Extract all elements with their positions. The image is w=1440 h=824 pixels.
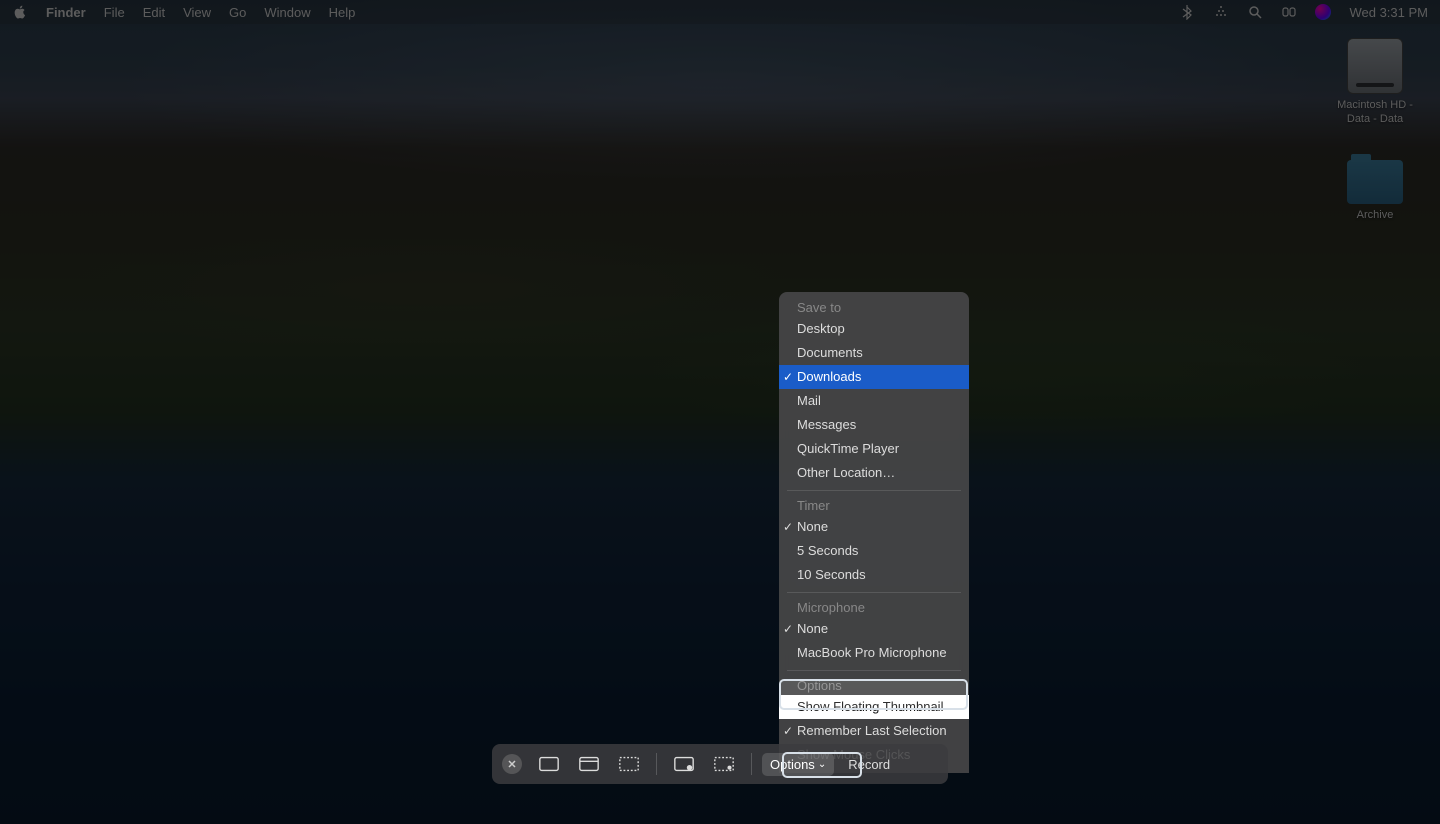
save-to-documents[interactable]: Documents	[779, 341, 969, 365]
check-icon: ✓	[783, 619, 793, 639]
record-entire-screen-button[interactable]	[667, 750, 701, 778]
menu-edit[interactable]: Edit	[143, 5, 165, 20]
save-to-messages[interactable]: Messages	[779, 413, 969, 437]
option-show-floating-thumbnail[interactable]: Show Floating Thumbnail	[779, 695, 969, 719]
section-save-to: Save to	[779, 298, 969, 317]
section-microphone: Microphone	[779, 598, 969, 617]
record-selection-button[interactable]	[707, 750, 741, 778]
folder-icon	[1347, 160, 1403, 204]
airdrop-icon[interactable]	[1213, 4, 1229, 20]
timer-5s[interactable]: 5 Seconds	[779, 539, 969, 563]
drive-label: Macintosh HD - Data - Data	[1330, 98, 1420, 127]
menu-window[interactable]: Window	[264, 5, 310, 20]
capture-entire-screen-button[interactable]	[532, 750, 566, 778]
record-label: Record	[848, 757, 890, 772]
save-to-quicktime[interactable]: QuickTime Player	[779, 437, 969, 461]
menu-help[interactable]: Help	[329, 5, 356, 20]
close-button[interactable]	[502, 754, 522, 774]
capture-selection-button[interactable]	[612, 750, 646, 778]
save-to-desktop[interactable]: Desktop	[779, 317, 969, 341]
menu-separator	[787, 592, 961, 593]
menu-separator	[787, 490, 961, 491]
mic-macbook-pro[interactable]: MacBook Pro Microphone	[779, 641, 969, 665]
options-button[interactable]: Options ⌄	[762, 753, 834, 776]
toolbar-separator	[751, 753, 752, 775]
save-to-other[interactable]: Other Location…	[779, 461, 969, 485]
hard-drive-icon	[1347, 38, 1403, 94]
desktop-drive-macintosh-hd[interactable]: Macintosh HD - Data - Data	[1330, 38, 1420, 127]
screenshot-toolbar: Options ⌄ Record	[492, 744, 948, 784]
spotlight-icon[interactable]	[1247, 4, 1263, 20]
desktop-folder-archive[interactable]: Archive	[1330, 154, 1420, 222]
menu-bar: Finder File Edit View Go Window Help Wed…	[0, 0, 1440, 24]
options-label: Options	[770, 757, 815, 772]
section-options: Options	[779, 676, 969, 695]
check-icon: ✓	[783, 721, 793, 741]
menu-view[interactable]: View	[183, 5, 211, 20]
mic-none[interactable]: ✓None	[779, 617, 969, 641]
bluetooth-icon[interactable]	[1179, 4, 1195, 20]
menu-go[interactable]: Go	[229, 5, 246, 20]
toolbar-separator	[656, 753, 657, 775]
options-menu: Save to Desktop Documents ✓Downloads Mai…	[779, 292, 969, 773]
timer-none[interactable]: ✓None	[779, 515, 969, 539]
option-remember-last-selection[interactable]: ✓Remember Last Selection	[779, 719, 969, 743]
desktop-wallpaper	[0, 0, 1440, 824]
check-icon: ✓	[783, 517, 793, 537]
save-to-mail[interactable]: Mail	[779, 389, 969, 413]
apple-menu-icon[interactable]	[12, 4, 28, 20]
save-to-downloads[interactable]: ✓Downloads	[779, 365, 969, 389]
folder-label: Archive	[1330, 208, 1420, 222]
chevron-down-icon: ⌄	[818, 759, 826, 770]
record-button[interactable]: Record	[840, 753, 898, 776]
app-name[interactable]: Finder	[46, 5, 86, 20]
clock[interactable]: Wed 3:31 PM	[1349, 5, 1428, 20]
siri-icon[interactable]	[1315, 4, 1331, 20]
section-timer: Timer	[779, 496, 969, 515]
menu-file[interactable]: File	[104, 5, 125, 20]
control-center-icon[interactable]	[1281, 4, 1297, 20]
capture-window-button[interactable]	[572, 750, 606, 778]
menu-separator	[787, 670, 961, 671]
timer-10s[interactable]: 10 Seconds	[779, 563, 969, 587]
check-icon: ✓	[783, 367, 793, 387]
